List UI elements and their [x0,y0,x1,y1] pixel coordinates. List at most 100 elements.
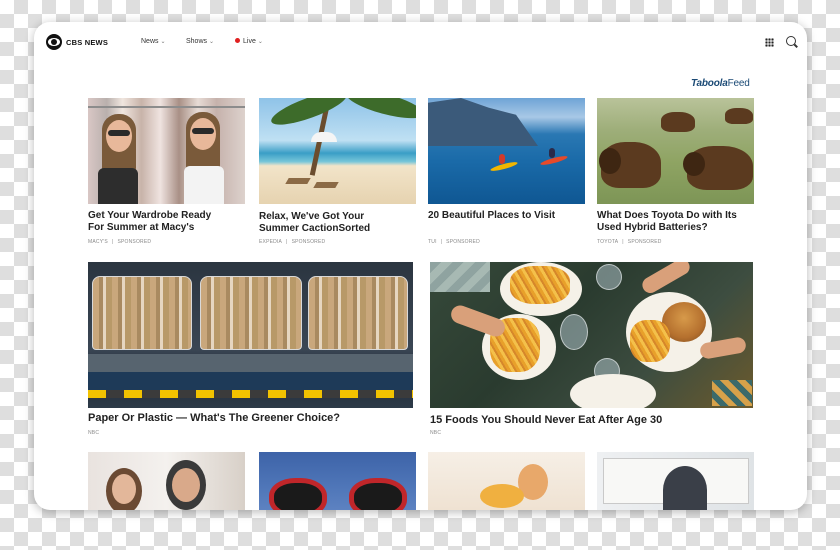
taboola-brand: Taboola [691,78,728,89]
beach-umbrella [311,132,337,142]
browser-window: CBS NEWS News ⌄ Shows ⌄ Live ⌄ TaboolaFeed [34,22,807,510]
lounge-chair [285,178,311,184]
article-image[interactable] [430,262,753,408]
person-shirt [184,166,224,204]
cbs-news-logo[interactable]: CBS NEWS [46,34,108,50]
title-line: Get Your Wardrobe Ready [88,210,212,221]
recycling-bag [308,276,408,350]
food-item [480,484,524,508]
patterned-tile [430,262,490,292]
sunglasses [108,130,130,136]
article-card[interactable]: Relax, We've Got Your Summer CactionSort… [259,98,416,248]
nav-item-shows[interactable]: Shows ⌄ [186,38,214,45]
chevron-down-icon: ⌄ [257,39,263,45]
brand-name: CBS NEWS [66,37,109,47]
nav-item-label: Live [243,38,256,45]
clothes-rail [88,106,245,108]
nav-item-live[interactable]: Live ⌄ [235,38,263,45]
article-source: EXPEDIA [259,239,283,245]
person-face [112,474,136,504]
hand [639,262,693,296]
hand [448,302,508,340]
article-image[interactable] [259,452,416,510]
painted-curb [88,390,413,398]
article-title[interactable]: 15 Foods You Should Never Eat After Age … [430,414,662,426]
lounge-chair [313,182,339,188]
fries [630,320,670,362]
chevron-down-icon: ⌄ [160,39,166,45]
article-meta: EXPEDIA | SPONSORED [259,239,326,245]
sponsored-tag: SPONSORED [446,239,480,245]
person-face [190,118,216,150]
article-image[interactable] [259,98,416,204]
sidewalk [88,354,413,372]
article-title[interactable]: 20 Beautiful Places to Visit [428,210,555,222]
bison [661,112,695,132]
recycling-bag [92,276,192,350]
article-source: TOYOTA [597,239,619,245]
article-image[interactable] [88,452,245,510]
fries [510,266,570,304]
taboola-feed-suffix: Feed [727,78,750,89]
recycling-bag [200,276,302,350]
title-line: Summer CactionSorted [259,223,371,234]
article-card[interactable] [259,452,416,510]
article-image[interactable] [428,98,585,204]
article-card[interactable]: Get Your Wardrobe Ready For Summer at Ma… [88,98,245,248]
article-source: NBC [430,430,442,436]
article-title[interactable]: Relax, We've Got Your Summer CactionSort… [259,211,370,235]
title-line: Used Hybrid Batteries? [597,222,708,233]
person-shirt [98,168,138,204]
cbs-eye-icon [46,34,62,50]
article-title[interactable]: What Does Toyota Do with Its Used Hybrid… [597,210,737,234]
person [663,466,707,510]
article-card[interactable]: Paper Or Plastic — What's The Greener Ch… [88,262,413,438]
nav-item-news[interactable]: News ⌄ [141,38,166,45]
title-line: 20 Beautiful Places to Visit [428,210,556,221]
article-source: MACY'S [88,239,108,245]
plate [570,374,656,408]
article-card[interactable]: 15 Foods You Should Never Eat After Age … [430,262,753,438]
kayaker [499,154,505,164]
search-icon[interactable] [786,36,796,46]
title-line: Relax, We've Got Your [259,211,365,222]
article-source: TUI [428,239,437,245]
nav-item-label: Shows [186,38,208,45]
article-image[interactable] [597,452,754,510]
road [88,372,413,390]
top-navigation: CBS NEWS News ⌄ Shows ⌄ Live ⌄ [34,22,807,62]
article-image[interactable] [88,98,245,204]
palm-leaves [267,98,351,132]
sunglasses-lens [269,478,327,510]
sponsored-tag: SPONSORED [627,239,662,245]
sponsored-tag: SPONSORED [291,239,326,245]
article-source: NBC [88,430,100,436]
article-image[interactable] [597,98,754,204]
article-title[interactable]: Paper Or Plastic — What's The Greener Ch… [88,412,340,424]
kayaker [549,148,555,158]
article-card[interactable] [428,452,585,510]
bison-head [599,148,621,174]
person-face [106,120,132,152]
article-title[interactable]: Get Your Wardrobe Ready For Summer at Ma… [88,210,211,234]
article-meta: MACY'S | SPONSORED [88,239,152,245]
article-card[interactable] [597,452,754,510]
article-meta: TOYOTA | SPONSORED [597,239,662,245]
bison [725,108,753,124]
title-line: What Does Toyota Do with Its [597,210,737,221]
article-card[interactable]: What Does Toyota Do with Its Used Hybrid… [597,98,754,248]
taboola-feed-logo[interactable]: TaboolaFeed [691,78,750,89]
article-card[interactable]: 20 Beautiful Places to Visit TUI | SPONSOR… [428,98,585,248]
article-image[interactable] [88,262,413,408]
person-face [172,468,200,502]
bison-head [683,152,705,176]
water-pitcher [560,314,588,350]
chevron-down-icon: ⌄ [209,39,215,45]
glass [596,264,622,290]
live-dot-icon [235,38,240,43]
grid-icon[interactable] [765,38,774,47]
sunglasses-lens [349,478,407,510]
article-card[interactable] [88,452,245,510]
nav-item-label: News [141,38,159,45]
article-image[interactable] [428,452,585,510]
